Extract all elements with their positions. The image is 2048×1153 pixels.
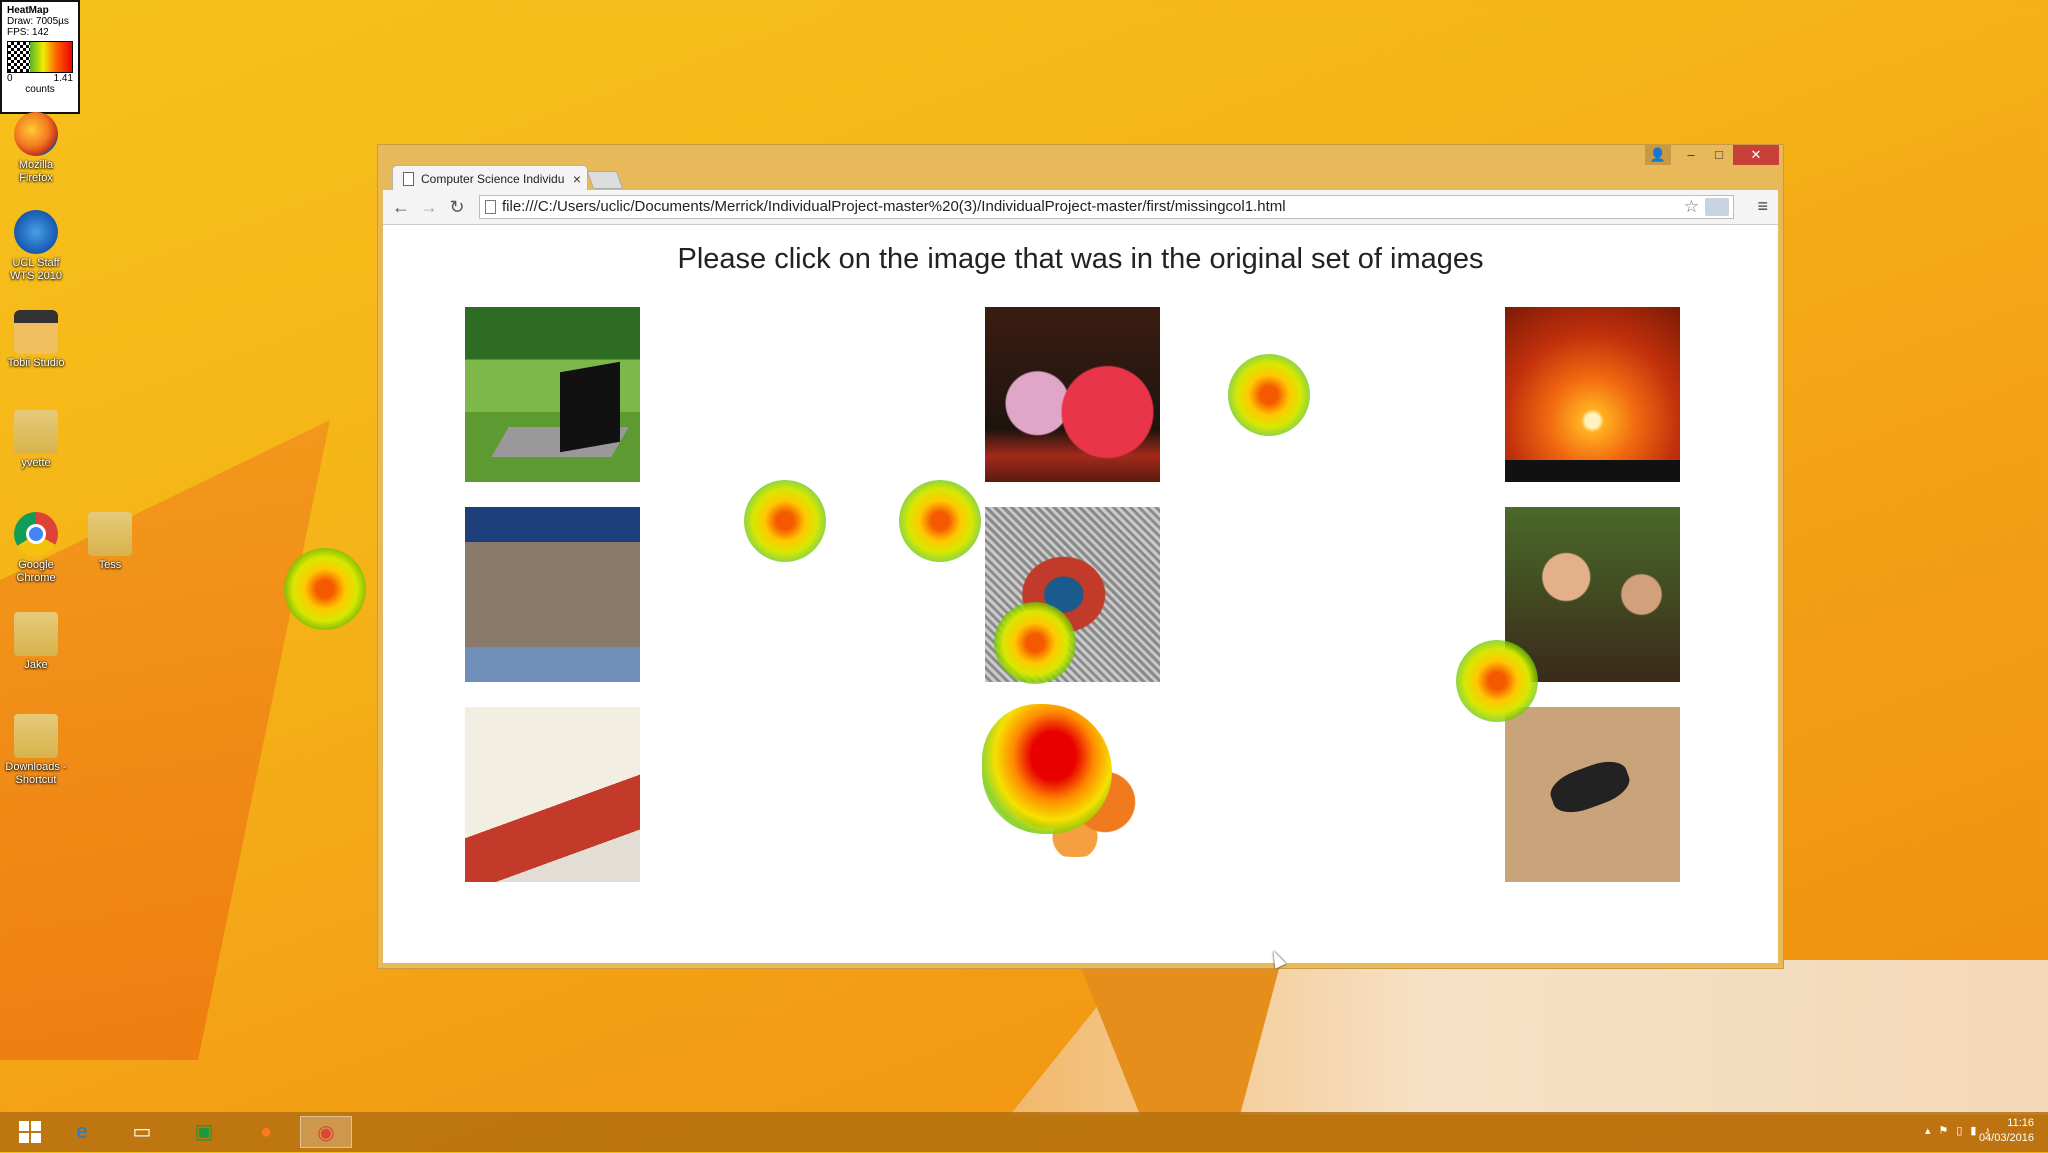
new-tab-button[interactable] xyxy=(586,171,624,189)
heatmap-color-scale xyxy=(7,41,73,73)
forward-button[interactable]: → xyxy=(417,196,441,218)
window-controls: 👤 – □ ✕ xyxy=(1645,145,1779,165)
folder-icon: ▭ xyxy=(132,1121,152,1143)
desktop-icon-tobii-studio[interactable]: Tobii Studio xyxy=(0,310,74,370)
desktop-icon-firefox[interactable]: Mozilla Firefox xyxy=(0,112,74,185)
taskbar-store[interactable]: ▣ xyxy=(178,1116,230,1148)
folder-icon xyxy=(14,612,58,656)
heatmap-min-value: 0 xyxy=(7,73,13,84)
page-icon xyxy=(403,172,414,186)
heatmap-draw-time: Draw: 7005µs xyxy=(7,16,69,27)
taskbar-internet-explorer[interactable]: e xyxy=(56,1116,108,1148)
taskbar-firefox[interactable]: ● xyxy=(240,1116,292,1148)
browser-toolbar: ← → ↻ file:///C:/Users/uclic/Documents/M… xyxy=(383,190,1778,225)
heatmap-fps: FPS: 142 xyxy=(7,27,49,38)
heatmap-legend: HeatMap Draw: 7005µs FPS: 142 0 1.41 cou… xyxy=(0,0,80,114)
heatmap-title: HeatMap xyxy=(7,5,49,16)
image-crab[interactable] xyxy=(985,507,1160,682)
desktop-icon-ucl-staff[interactable]: UCL Staff WTS 2010 xyxy=(0,210,74,283)
back-button[interactable]: ← xyxy=(389,196,413,218)
image-laptop-on-grass[interactable] xyxy=(465,307,640,482)
store-icon: ▣ xyxy=(194,1121,214,1143)
image-oranges[interactable] xyxy=(985,707,1160,882)
internet-explorer-icon: e xyxy=(76,1121,88,1143)
image-scorpion[interactable] xyxy=(1505,707,1680,882)
reload-button[interactable]: ↻ xyxy=(445,196,469,218)
image-city-skyline[interactable] xyxy=(465,507,640,682)
maximize-button[interactable]: □ xyxy=(1705,145,1733,165)
windows-logo-icon xyxy=(19,1121,41,1143)
page-icon xyxy=(485,200,496,214)
desktop-icon-google-chrome[interactable]: Google Chrome xyxy=(0,512,74,585)
browser-tab[interactable]: Computer Science Individu × xyxy=(392,165,588,191)
remote-desktop-icon xyxy=(14,210,58,254)
chrome-icon: ◉ xyxy=(317,1122,335,1144)
address-bar[interactable]: file:///C:/Users/uclic/Documents/Merrick… xyxy=(479,195,1734,219)
folder-icon xyxy=(14,410,58,454)
menu-icon[interactable]: ≡ xyxy=(1757,196,1768,217)
tobii-studio-icon xyxy=(14,310,58,354)
url-text: file:///C:/Users/uclic/Documents/Merrick… xyxy=(502,198,1286,215)
taskbar-file-explorer[interactable]: ▭ xyxy=(116,1116,168,1148)
heatmap-max-value: 1.41 xyxy=(53,73,73,84)
taskbar-chrome[interactable]: ◉ xyxy=(300,1116,352,1148)
image-sunset[interactable] xyxy=(1505,307,1680,482)
chrome-icon xyxy=(14,512,58,556)
user-profile-icon[interactable]: 👤 xyxy=(1645,145,1671,165)
tab-title: Computer Science Individu xyxy=(421,172,565,186)
chrome-window: 👤 – □ ✕ Computer Science Individu × ← → … xyxy=(377,144,1784,969)
firefox-icon: ● xyxy=(259,1121,273,1143)
clock-date: 04/03/2016 xyxy=(1978,1132,2034,1144)
heatmap-unit: counts xyxy=(25,84,55,95)
clock-time: 11:16 xyxy=(2007,1117,2034,1129)
tab-close-icon[interactable]: × xyxy=(573,166,581,191)
page-viewport: Please click on the image that was in th… xyxy=(383,225,1778,963)
taskbar: e ▭ ▣ ● ◉ ▴⚑▯▮♪ 11:16 04/03/2016 xyxy=(0,1112,2048,1152)
clock[interactable]: 11:16 04/03/2016 xyxy=(1979,1116,2034,1146)
close-button[interactable]: ✕ xyxy=(1733,145,1779,165)
desktop-icon-yvette[interactable]: yvette xyxy=(0,410,74,470)
start-button[interactable] xyxy=(4,1116,56,1148)
page-heading: Please click on the image that was in th… xyxy=(677,243,1484,275)
desktop-icon-downloads-shortcut[interactable]: Downloads - Shortcut xyxy=(0,714,74,787)
bookmark-star-icon[interactable]: ☆ xyxy=(1684,196,1699,218)
image-open-book[interactable] xyxy=(465,707,640,882)
minimize-button[interactable]: – xyxy=(1677,145,1705,165)
firefox-icon xyxy=(14,112,58,156)
extension-icon[interactable] xyxy=(1705,198,1729,216)
desktop-icon-jake[interactable]: Jake xyxy=(0,612,74,672)
downloads-folder-icon xyxy=(14,714,58,758)
image-toy-figurines[interactable] xyxy=(1505,507,1680,682)
desktop-icon-tess[interactable]: Tess xyxy=(72,512,148,572)
image-candy-jars[interactable] xyxy=(985,307,1160,482)
folder-icon xyxy=(88,512,132,556)
